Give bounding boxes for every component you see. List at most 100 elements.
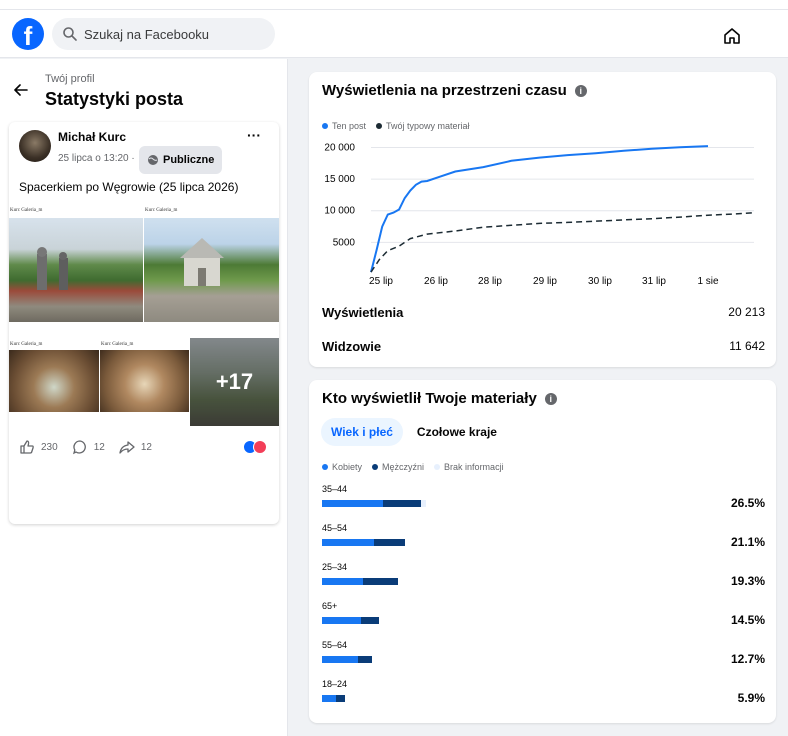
age-bar — [322, 500, 426, 507]
comment-icon — [72, 440, 86, 455]
age-percent: 19.3% — [730, 574, 765, 588]
x-tick-label: 31 lip — [642, 276, 666, 287]
age-row[interactable]: 55–64 12.7% — [322, 640, 765, 676]
y-tick-label: 15 000 — [324, 174, 355, 185]
metric-label: Widzowie — [322, 339, 382, 354]
age-label: 45–54 — [322, 523, 348, 533]
bar-segment-women — [322, 539, 374, 546]
metric-views: Wyświetlenia 20 213 — [322, 305, 765, 320]
age-label: 55–64 — [322, 640, 348, 650]
x-tick-label: 30 lip — [588, 276, 612, 287]
audience-button[interactable]: Publiczne — [139, 146, 223, 174]
post-photo-2[interactable]: Kurc Galeria_m — [144, 204, 279, 337]
legend-item-men: Mężczyźni — [372, 462, 424, 472]
avatar[interactable] — [19, 130, 51, 162]
share-icon — [119, 441, 135, 454]
back-button[interactable] — [10, 79, 32, 101]
more-photos-overlay[interactable]: +17 — [190, 338, 279, 426]
post-photo-5[interactable]: +17 — [190, 338, 279, 426]
arrow-left-icon — [14, 84, 28, 96]
metric-value: 11 642 — [729, 339, 765, 353]
breadcrumb[interactable]: Twój profil — [45, 73, 95, 85]
comment-action[interactable]: 12 — [72, 439, 105, 455]
photo-title: Kurc Galeria_m — [145, 208, 178, 213]
bar-segment-men — [362, 578, 399, 585]
bar-segment-women — [322, 617, 361, 624]
statue-icon — [37, 247, 68, 290]
bar-segment-women — [322, 578, 363, 585]
post-date[interactable]: 25 lipca o 13:20 · — [58, 153, 135, 164]
age-row[interactable]: 65+ 14.5% — [322, 601, 765, 637]
age-label: 35–44 — [322, 484, 348, 494]
bar-segment-unknown — [421, 500, 426, 507]
tab-top-countries[interactable]: Czołowe kraje — [407, 418, 507, 446]
like-action[interactable]: 230 — [19, 439, 58, 455]
audience-label: Publiczne — [163, 154, 215, 166]
age-row[interactable]: 25–34 19.3% — [322, 562, 765, 598]
photo-title: Kurc Galeria_m — [101, 342, 134, 347]
info-icon[interactable]: i — [574, 84, 587, 97]
bar-segment-women — [322, 500, 383, 507]
bar-segment-women — [322, 656, 358, 663]
audience-legend: Kobiety Mężczyźni Brak informacji — [322, 462, 514, 472]
bar-segment-women — [322, 695, 336, 702]
search-input[interactable]: Szukaj na Facebooku — [84, 27, 209, 42]
bar-segment-men — [373, 539, 405, 546]
age-row[interactable]: 35–44 26.5% — [322, 484, 765, 520]
audience-tabs: Wiek i płeć Czołowe kraje — [321, 418, 511, 446]
age-percent: 21.1% — [730, 535, 765, 549]
legend-item-post: Ten post — [322, 121, 366, 131]
age-percent: 14.5% — [730, 613, 765, 627]
age-bar — [322, 539, 405, 546]
x-tick-label: 26 lip — [424, 276, 448, 287]
chart-legend: Ten post Twój typowy materiał — [322, 121, 480, 131]
bar-segment-men — [335, 695, 346, 702]
love-reaction-icon — [253, 440, 267, 454]
series-line-post[interactable] — [370, 145, 709, 273]
metric-viewers: Widzowie 11 642 — [322, 339, 765, 354]
audience-title-text: Kto wyświetlił Twoje materiały — [322, 390, 537, 407]
legend-item-typical: Twój typowy materiał — [376, 121, 470, 131]
page-title: Statystyki posta — [45, 89, 184, 109]
facebook-logo[interactable]: f — [12, 18, 44, 50]
metric-label: Wyświetlenia — [322, 305, 404, 320]
bar-segment-men — [357, 656, 373, 663]
chapel-icon — [180, 238, 224, 286]
y-tick-label: 10 000 — [324, 206, 355, 217]
views-over-time-card: Wyświetlenia na przestrzeni czasu i Ten … — [309, 72, 776, 367]
photo-title: Kurc Galeria_m — [10, 342, 43, 347]
age-row[interactable]: 45–54 21.1% — [322, 523, 765, 559]
thumbs-up-icon — [20, 440, 34, 454]
post-photo-3[interactable]: Kurc Galeria_m — [9, 338, 99, 426]
share-action[interactable]: 12 — [119, 439, 152, 455]
age-percent: 5.9% — [737, 691, 765, 705]
post-text: Spacerkiem po Węgrowie (25 lipca 2026) — [19, 180, 239, 194]
likes-count: 230 — [41, 441, 58, 453]
bar-segment-men — [382, 500, 422, 507]
post-author[interactable]: Michał Kurc — [58, 130, 126, 144]
age-bar — [322, 656, 373, 663]
comments-count: 12 — [93, 441, 105, 453]
search-box[interactable]: Szukaj na Facebooku — [52, 18, 275, 50]
shares-count: 12 — [140, 441, 152, 453]
legend-item-unknown: Brak informacji — [434, 462, 504, 472]
age-label: 65+ — [322, 601, 338, 611]
post-card: Michał Kurc 25 lipca o 13:20 · Publiczne… — [9, 122, 279, 524]
legend-item-women: Kobiety — [322, 462, 362, 472]
more-options-button[interactable]: ··· — [244, 128, 264, 144]
age-label: 25–34 — [322, 562, 348, 572]
home-button[interactable] — [714, 18, 750, 54]
info-icon[interactable]: i — [544, 392, 557, 405]
top-nav: f Szukaj na Facebooku — [0, 10, 788, 58]
age-row[interactable]: 18–24 5.9% — [322, 679, 765, 715]
x-tick-label: 25 lip — [369, 276, 393, 287]
x-tick-label: 29 lip — [533, 276, 557, 287]
age-bar — [322, 578, 399, 585]
age-bar — [322, 695, 346, 702]
tab-age-gender[interactable]: Wiek i płeć — [321, 418, 403, 446]
age-bar — [322, 617, 379, 624]
reactions-summary[interactable] — [243, 440, 271, 454]
post-photo-4[interactable]: Kurc Galeria_m — [100, 338, 189, 426]
post-photo-1[interactable]: Kurc Galeria_m — [9, 204, 143, 337]
views-line-chart: 5000 10 000 15 000 20 000 25 lip 26 lip 28 lip… — [324, 142, 756, 287]
